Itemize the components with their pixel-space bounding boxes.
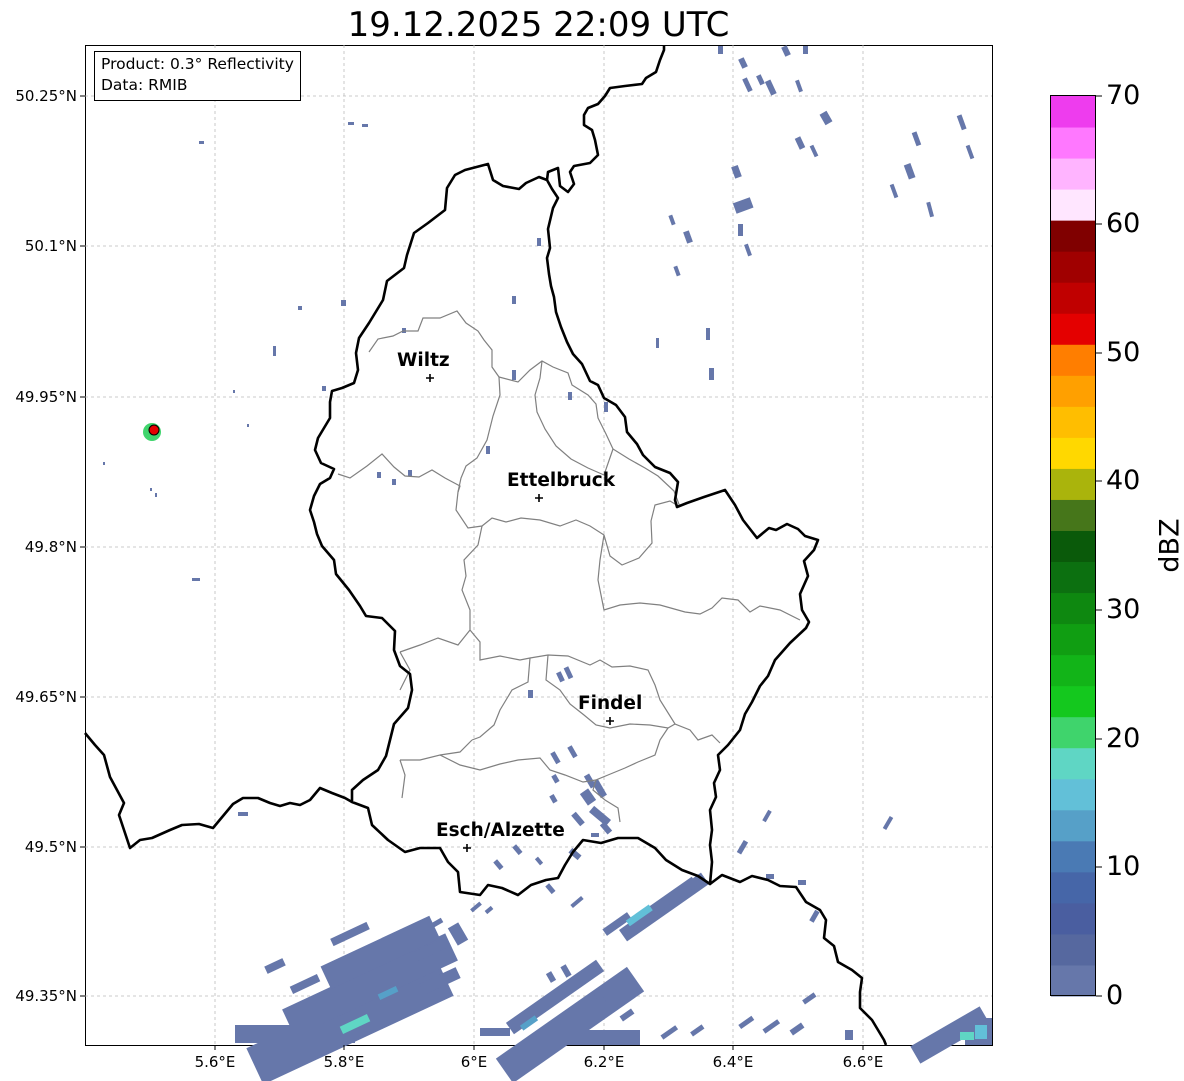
colorbar-segment <box>1051 499 1096 531</box>
city-label-ettelbruck: Ettelbruck <box>507 470 616 491</box>
lon-label: 6.6°E <box>842 1053 884 1071</box>
lon-label: 5.6°E <box>194 1053 236 1071</box>
colorbar <box>1051 96 1096 997</box>
city-label-findel: Findel <box>578 693 643 714</box>
colorbar-segment <box>1051 592 1096 625</box>
colorbar-segment <box>1051 220 1096 252</box>
colorbar-ticks <box>1096 95 1102 997</box>
colorbar-tick-label: 10 <box>1106 851 1141 882</box>
colorbar-segment <box>1051 964 1096 997</box>
colorbar-segment <box>1051 716 1096 749</box>
lat-label: 49.5°N <box>24 838 77 856</box>
colorbar-segment <box>1051 96 1096 128</box>
product-info-box: Product: 0.3° Reflectivity Data: RMIB <box>94 51 301 101</box>
colorbar-tick-label: 0 <box>1106 980 1124 1011</box>
product-text: Product: 0.3° Reflectivity <box>101 55 294 73</box>
colorbar-tick-label: 20 <box>1106 723 1141 754</box>
radar-site-marker <box>148 424 160 436</box>
colorbar-segment <box>1051 313 1096 345</box>
lon-label: 6.2°E <box>583 1053 625 1071</box>
colorbar-segment <box>1051 902 1096 935</box>
colorbar-segment <box>1051 840 1096 873</box>
colorbar-segment <box>1051 158 1096 190</box>
lat-label: 49.65°N <box>15 688 77 706</box>
data-source-text: Data: RMIB <box>101 76 188 94</box>
colorbar-segment <box>1051 127 1096 159</box>
colorbar-segment <box>1051 344 1096 376</box>
colorbar-segment <box>1051 189 1096 221</box>
colorbar-tick-label: 40 <box>1106 465 1141 496</box>
colorbar-segment <box>1051 933 1096 966</box>
lat-label: 49.95°N <box>15 388 77 406</box>
colorbar-title: dBZ <box>1154 518 1184 573</box>
lat-label: 50.25°N <box>15 87 77 105</box>
colorbar-tick-label: 60 <box>1106 208 1141 239</box>
colorbar-segment <box>1051 468 1096 500</box>
colorbar-tick-label: 30 <box>1106 594 1141 625</box>
colorbar-segment <box>1051 778 1096 811</box>
map-frame <box>85 45 993 1046</box>
colorbar-segment <box>1051 871 1096 904</box>
city-label-esch: Esch/Alzette <box>436 820 565 841</box>
colorbar-segment <box>1051 282 1096 314</box>
colorbar-tick-label: 50 <box>1106 337 1141 368</box>
colorbar-segment <box>1051 375 1096 407</box>
colorbar-segment <box>1051 251 1096 283</box>
lon-label: 6°E <box>460 1053 488 1071</box>
lon-label: 5.8°E <box>323 1053 365 1071</box>
city-label-wiltz: Wiltz <box>397 350 450 371</box>
colorbar-segment <box>1051 685 1096 718</box>
lat-label: 49.8°N <box>24 538 77 556</box>
colorbar-segment <box>1051 530 1096 563</box>
lat-label: 49.35°N <box>15 987 77 1005</box>
colorbar-segment <box>1051 747 1096 780</box>
colorbar-segment <box>1051 809 1096 842</box>
colorbar-segment <box>1051 561 1096 594</box>
colorbar-segment <box>1051 623 1096 656</box>
colorbar-segment <box>1051 437 1096 469</box>
lat-label: 50.1°N <box>24 237 77 255</box>
radar-map <box>80 45 1102 1081</box>
colorbar-segment <box>1051 654 1096 687</box>
colorbar-segment <box>1051 406 1096 438</box>
lon-label: 6.4°E <box>712 1053 754 1071</box>
colorbar-tick-label: 70 <box>1106 80 1141 111</box>
